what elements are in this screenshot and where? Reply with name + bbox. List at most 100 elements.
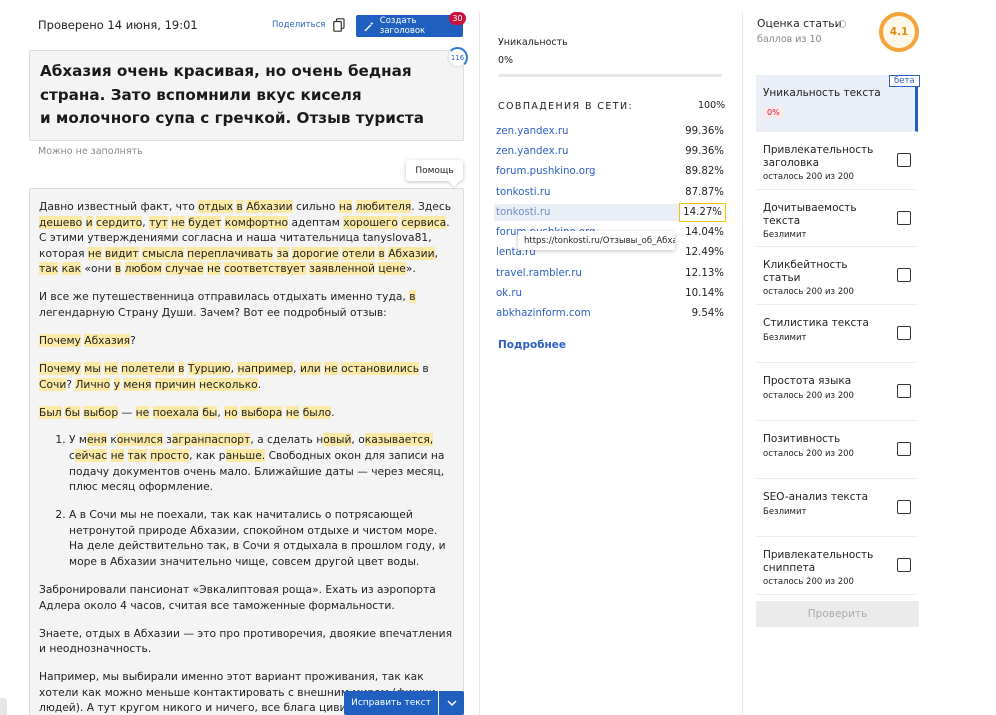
highlighted-word[interactable]: случае bbox=[165, 262, 204, 276]
run-check-button[interactable]: Проверить bbox=[756, 601, 919, 627]
check-item-checkbox[interactable] bbox=[897, 326, 911, 340]
match-row[interactable]: tonkosti.ru 14.27% bbox=[494, 203, 726, 222]
highlighted-word[interactable]: казывается, bbox=[364, 433, 434, 447]
highlighted-word[interactable]: заявленной bbox=[309, 262, 375, 276]
check-item-checkbox[interactable] bbox=[897, 384, 911, 398]
highlighted-word[interactable]: просто bbox=[150, 449, 190, 463]
title-editor[interactable]: Абхазия очень красивая, но очень бедная … bbox=[29, 50, 464, 141]
highlighted-word[interactable]: выбор bbox=[83, 405, 119, 419]
highlighted-word[interactable]: Почему bbox=[39, 333, 81, 347]
highlighted-word[interactable]: отели bbox=[341, 246, 376, 260]
highlighted-word[interactable]: комфортно bbox=[224, 215, 289, 229]
highlighted-word[interactable]: в bbox=[409, 290, 416, 304]
check-item[interactable]: Дочитываемость текста Безлимит bbox=[756, 190, 918, 247]
highlighted-word[interactable]: было bbox=[302, 405, 332, 419]
help-tooltip[interactable]: Помощь bbox=[406, 160, 463, 181]
highlighted-word[interactable]: остановились bbox=[341, 361, 419, 375]
highlighted-word[interactable]: переплачивать bbox=[187, 246, 274, 260]
check-item[interactable]: Стилистика текста Безлимит bbox=[756, 305, 918, 363]
highlighted-word[interactable]: овый bbox=[323, 433, 352, 447]
highlighted-word[interactable]: или bbox=[299, 361, 321, 375]
highlighted-word[interactable]: выбора bbox=[241, 405, 283, 419]
match-row[interactable]: zen.yandex.ru 99.36% bbox=[494, 143, 726, 160]
article-editor[interactable]: Давно известный факт, что отдых в Абхази… bbox=[29, 188, 464, 715]
check-item[interactable]: Кликбейтность статьи осталось 200 из 200 bbox=[756, 247, 918, 305]
highlighted-word[interactable]: Сочи bbox=[39, 377, 67, 391]
match-source-link[interactable]: ok.ru bbox=[496, 288, 522, 299]
highlighted-word[interactable]: отдых bbox=[198, 200, 234, 213]
highlighted-word[interactable]: ейчас bbox=[74, 449, 108, 463]
side-tab[interactable] bbox=[0, 698, 7, 715]
highlighted-word[interactable]: меня bbox=[123, 377, 152, 391]
highlighted-word[interactable]: Лично bbox=[75, 377, 111, 391]
match-source-link[interactable]: tonkosti.ru bbox=[496, 207, 550, 218]
highlighted-word[interactable]: соответствует bbox=[223, 262, 306, 276]
highlighted-word[interactable]: любителя bbox=[355, 200, 412, 213]
match-row[interactable]: forum.pushkino.org 89.82% bbox=[494, 163, 726, 180]
highlighted-word[interactable]: но bbox=[224, 405, 238, 419]
match-source-link[interactable]: travel.rambler.ru bbox=[496, 268, 582, 279]
highlighted-word[interactable]: агранпаспорт bbox=[171, 433, 251, 447]
highlighted-word[interactable]: мы bbox=[84, 361, 101, 375]
highlighted-word[interactable]: сервиса bbox=[401, 215, 447, 229]
highlighted-word[interactable]: цене bbox=[378, 262, 406, 276]
highlighted-word[interactable]: не bbox=[104, 361, 118, 375]
match-row[interactable]: tonkosti.ru 87.87% bbox=[494, 184, 726, 201]
highlighted-word[interactable]: аньше. bbox=[225, 449, 266, 463]
highlighted-word[interactable]: бы bbox=[202, 405, 218, 419]
check-item[interactable]: Привлекательность заголовка осталось 200 … bbox=[756, 132, 918, 190]
highlighted-word[interactable]: и bbox=[85, 215, 93, 229]
match-source-link[interactable]: zen.yandex.ru bbox=[496, 146, 569, 157]
create-title-button[interactable]: Создать заголовок bbox=[356, 15, 463, 37]
highlighted-word[interactable]: Турцию bbox=[187, 361, 231, 375]
highlighted-word[interactable]: так bbox=[127, 449, 147, 463]
more-details-link[interactable]: Подробнее bbox=[498, 339, 566, 351]
fix-text-button[interactable]: Исправить текст bbox=[344, 691, 438, 715]
highlighted-word[interactable]: дорогие bbox=[292, 246, 339, 260]
highlighted-word[interactable]: любом bbox=[124, 262, 162, 276]
check-item[interactable]: Привлекательность сниппета осталось 200 и… bbox=[756, 537, 918, 595]
check-item[interactable]: Простота языка осталось 200 из 200 bbox=[756, 363, 918, 421]
match-row[interactable]: abkhazinform.com 9.54% bbox=[494, 305, 726, 322]
highlighted-word[interactable]: за bbox=[276, 246, 289, 260]
highlighted-word[interactable]: в bbox=[378, 246, 385, 260]
highlighted-word[interactable]: не bbox=[285, 405, 300, 419]
check-item-checkbox[interactable] bbox=[897, 211, 911, 225]
highlighted-word[interactable]: не bbox=[110, 449, 125, 463]
match-source-link[interactable]: zen.yandex.ru bbox=[496, 126, 569, 137]
highlighted-word[interactable]: смысла bbox=[142, 246, 184, 260]
highlighted-word[interactable]: причин bbox=[154, 377, 196, 391]
match-source-link[interactable]: forum.pushkino.org bbox=[496, 166, 596, 177]
highlighted-word[interactable]: видит bbox=[104, 246, 139, 260]
highlighted-word[interactable]: тут bbox=[149, 215, 168, 229]
highlighted-word[interactable]: не bbox=[135, 405, 150, 419]
highlighted-word[interactable]: у bbox=[113, 377, 120, 391]
highlighted-word[interactable]: Абхазии bbox=[388, 246, 435, 260]
highlighted-word[interactable]: Абхазия bbox=[84, 333, 131, 347]
highlighted-word[interactable]: в bbox=[178, 361, 185, 375]
highlighted-word[interactable]: не bbox=[324, 361, 338, 375]
highlighted-word[interactable]: еня bbox=[86, 433, 107, 447]
highlighted-word[interactable]: не bbox=[87, 246, 102, 260]
share-link[interactable]: Поделиться bbox=[272, 20, 325, 30]
match-row[interactable]: ok.ru 10.14% bbox=[494, 285, 726, 302]
check-item-checkbox[interactable] bbox=[897, 268, 911, 282]
highlighted-word[interactable]: например bbox=[237, 361, 294, 375]
highlighted-word[interactable]: поехала bbox=[152, 405, 199, 419]
highlighted-word[interactable]: так bbox=[39, 262, 59, 276]
check-item-checkbox[interactable] bbox=[897, 153, 911, 167]
highlighted-word[interactable]: как bbox=[61, 262, 82, 276]
highlighted-word[interactable]: Абхазии bbox=[246, 200, 293, 213]
check-item[interactable]: Позитивность осталось 200 из 200 bbox=[756, 421, 918, 479]
highlighted-word[interactable]: сердито bbox=[95, 215, 143, 229]
check-item-checkbox[interactable] bbox=[897, 442, 911, 456]
highlighted-word[interactable]: на bbox=[338, 200, 353, 213]
match-source-link[interactable]: tonkosti.ru bbox=[496, 187, 550, 198]
match-row[interactable]: zen.yandex.ru 99.36% bbox=[494, 123, 726, 140]
highlighted-word[interactable]: Был bbox=[39, 405, 62, 419]
highlighted-word[interactable]: дешево bbox=[39, 215, 83, 229]
fix-text-dropdown[interactable] bbox=[439, 691, 464, 715]
highlighted-word[interactable]: в bbox=[236, 200, 243, 213]
match-source-link[interactable]: abkhazinform.com bbox=[496, 308, 591, 319]
highlighted-word[interactable]: не bbox=[171, 215, 185, 229]
